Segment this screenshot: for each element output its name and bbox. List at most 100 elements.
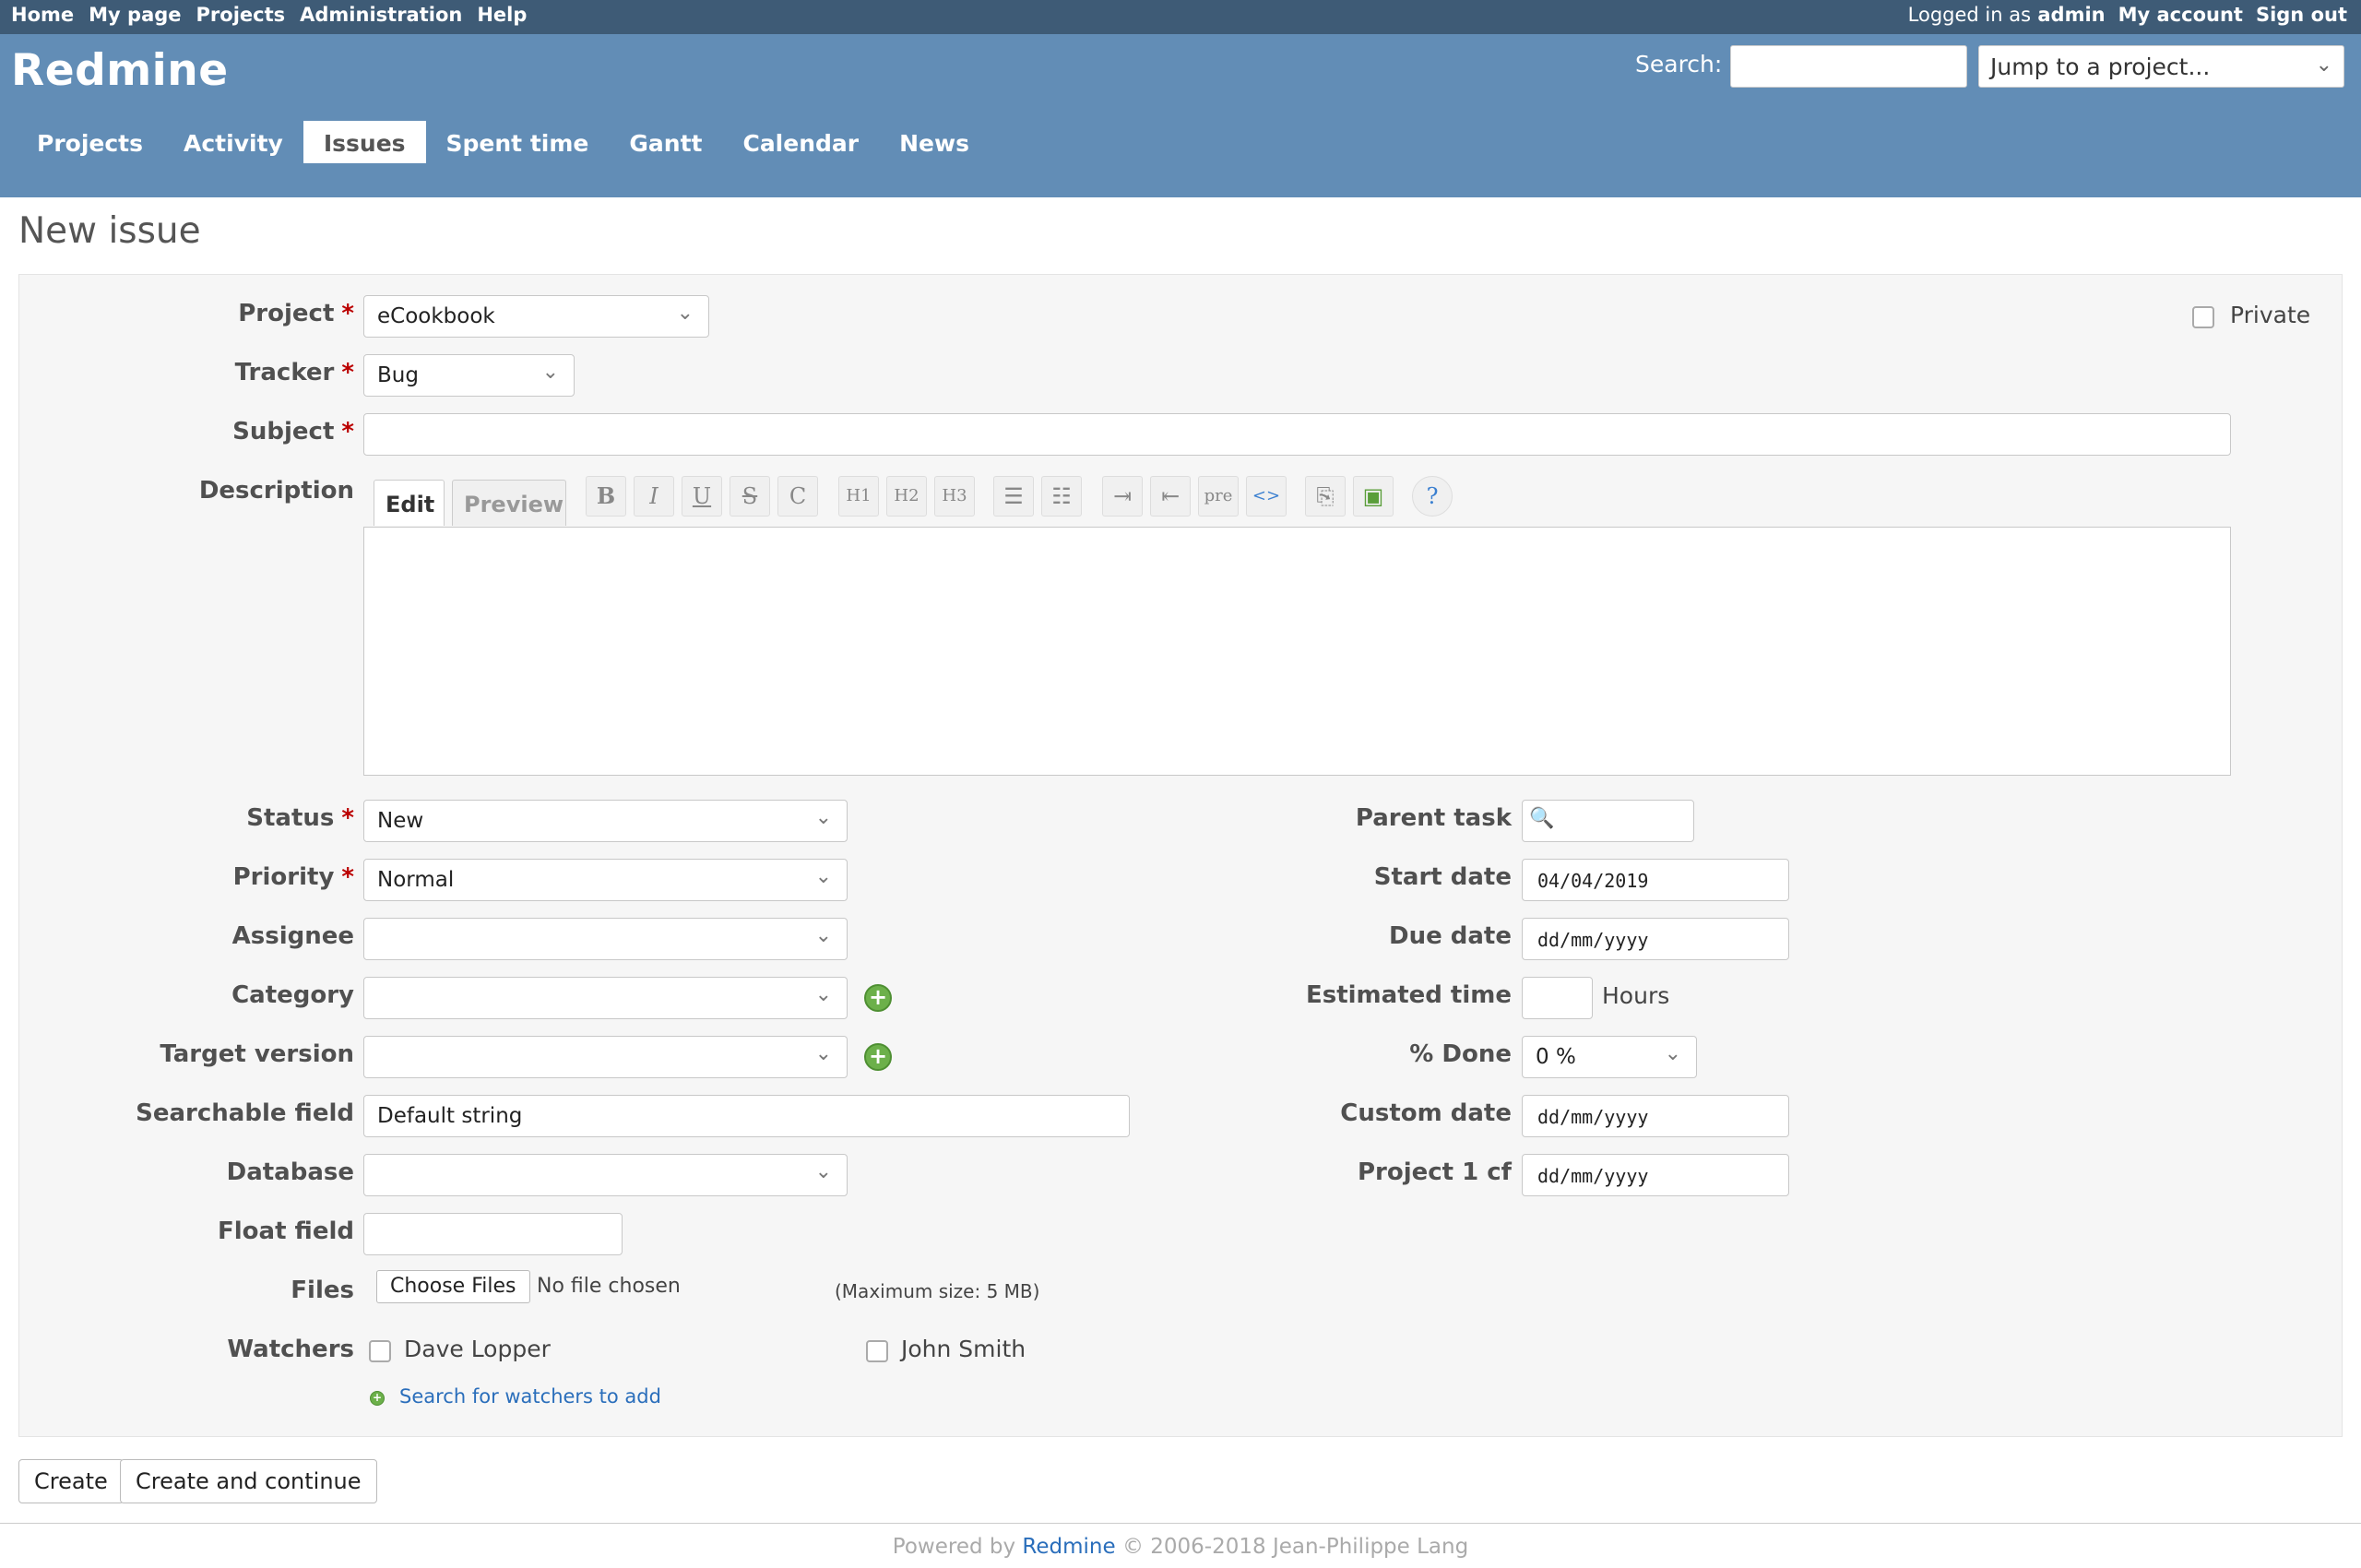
priority-label: Priority * bbox=[232, 863, 354, 891]
chevron-down-icon: ⌄ bbox=[814, 865, 832, 888]
project-1-cf-input[interactable]: dd/mm/yyyy bbox=[1522, 1154, 1789, 1196]
tab-news[interactable]: News bbox=[879, 121, 990, 163]
parent-task-input[interactable]: 🔍 bbox=[1522, 800, 1694, 842]
watcher-checkbox-dave[interactable] bbox=[369, 1340, 391, 1362]
done-ratio-select[interactable]: 0 % ⌄ bbox=[1522, 1036, 1697, 1078]
database-label: Database bbox=[226, 1158, 354, 1186]
chevron-down-icon: ⌄ bbox=[814, 924, 832, 947]
float-field-label: Float field bbox=[218, 1218, 354, 1245]
chevron-down-icon: ⌄ bbox=[814, 806, 832, 829]
image-icon[interactable]: ▣ bbox=[1353, 476, 1394, 517]
choose-files-button[interactable]: Choose Files bbox=[376, 1270, 530, 1303]
top-menu-right: Logged in as admin My account Sign out bbox=[1908, 4, 2347, 26]
status-select[interactable]: New ⌄ bbox=[363, 800, 848, 842]
estimated-time-unit: Hours bbox=[1602, 982, 1670, 1009]
tab-projects[interactable]: Projects bbox=[17, 121, 163, 163]
chevron-down-icon: ⌄ bbox=[814, 1160, 832, 1183]
heading1-icon[interactable]: H1 bbox=[838, 476, 879, 517]
search-input[interactable] bbox=[1730, 45, 1967, 88]
database-select[interactable]: ⌄ bbox=[363, 1154, 848, 1196]
tracker-select[interactable]: Bug ⌄ bbox=[363, 354, 575, 397]
code-block-icon[interactable]: <> bbox=[1246, 476, 1287, 517]
search-label: Search: bbox=[1635, 51, 1723, 77]
subject-label: Subject * bbox=[232, 418, 354, 445]
custom-date-label: Custom date bbox=[1340, 1099, 1512, 1127]
top-menu: Home My page Projects Administration Hel… bbox=[0, 0, 2361, 34]
top-link-administration[interactable]: Administration bbox=[300, 4, 462, 26]
heading3-icon[interactable]: H3 bbox=[934, 476, 975, 517]
status-label: Status * bbox=[246, 804, 354, 832]
watcher-name-dave: Dave Lopper bbox=[404, 1336, 551, 1362]
help-icon[interactable]: ? bbox=[1412, 476, 1453, 517]
sign-out-link[interactable]: Sign out bbox=[2256, 4, 2347, 26]
due-date-input[interactable]: dd/mm/yyyy bbox=[1522, 918, 1789, 960]
create-and-continue-button[interactable]: Create and continue bbox=[120, 1459, 377, 1503]
start-date-label: Start date bbox=[1373, 863, 1512, 891]
tab-activity[interactable]: Activity bbox=[163, 121, 303, 163]
code-icon[interactable]: C bbox=[777, 476, 818, 517]
tab-gantt[interactable]: Gantt bbox=[609, 121, 722, 163]
private-checkbox[interactable] bbox=[2192, 306, 2214, 328]
top-link-help[interactable]: Help bbox=[477, 4, 527, 26]
project-1-cf-label: Project 1 cf bbox=[1357, 1158, 1512, 1186]
no-file-chosen-text: No file chosen bbox=[537, 1275, 681, 1298]
strikethrough-icon[interactable]: S bbox=[730, 476, 770, 517]
description-textarea[interactable] bbox=[363, 527, 2231, 776]
outdent-icon[interactable]: ⇤ bbox=[1150, 476, 1191, 517]
ordered-list-icon[interactable]: ☷ bbox=[1041, 476, 1082, 517]
footer-redmine-link[interactable]: Redmine bbox=[1022, 1535, 1115, 1559]
footer: Powered by Redmine © 2006-2018 Jean-Phil… bbox=[0, 1523, 2361, 1559]
max-size-text: (Maximum size: 5 MB) bbox=[835, 1280, 1040, 1302]
estimated-time-input[interactable] bbox=[1522, 977, 1593, 1019]
top-menu-left: Home My page Projects Administration Hel… bbox=[11, 4, 527, 26]
tab-spent-time[interactable]: Spent time bbox=[426, 121, 610, 163]
chevron-down-icon: ⌄ bbox=[1664, 1042, 1681, 1065]
priority-select[interactable]: Normal ⌄ bbox=[363, 859, 848, 901]
unordered-list-icon[interactable]: ☰ bbox=[993, 476, 1034, 517]
watchers-label: Watchers bbox=[227, 1336, 354, 1363]
custom-date-input[interactable]: dd/mm/yyyy bbox=[1522, 1095, 1789, 1137]
footer-copyright: © 2006-2018 Jean-Philippe Lang bbox=[1121, 1535, 1469, 1559]
indent-icon[interactable]: ⇥ bbox=[1102, 476, 1143, 517]
app-title[interactable]: Redmine bbox=[11, 45, 229, 96]
italic-icon[interactable]: I bbox=[634, 476, 674, 517]
my-account-link[interactable]: My account bbox=[2118, 4, 2243, 26]
tab-calendar[interactable]: Calendar bbox=[722, 121, 879, 163]
top-link-projects[interactable]: Projects bbox=[196, 4, 286, 26]
top-link-my-page[interactable]: My page bbox=[89, 4, 181, 26]
create-button[interactable]: Create bbox=[18, 1459, 124, 1503]
footer-prefix: Powered by bbox=[892, 1535, 1016, 1559]
search-watchers-link[interactable]: Search for watchers to add bbox=[399, 1385, 661, 1408]
due-date-label: Due date bbox=[1389, 922, 1512, 950]
logged-in-user[interactable]: admin bbox=[2037, 4, 2105, 26]
underline-icon[interactable]: U bbox=[682, 476, 722, 517]
target-version-select[interactable]: ⌄ bbox=[363, 1036, 848, 1078]
project-select[interactable]: eCookbook ⌄ bbox=[363, 295, 709, 338]
description-tab-preview[interactable]: Preview bbox=[452, 480, 566, 526]
assignee-select[interactable]: ⌄ bbox=[363, 918, 848, 960]
add-version-icon[interactable]: + bbox=[864, 1043, 892, 1071]
description-label: Description bbox=[198, 477, 354, 505]
description-tab-edit[interactable]: Edit bbox=[374, 480, 445, 526]
estimated-time-label: Estimated time bbox=[1305, 981, 1512, 1009]
private-label: Private bbox=[2230, 302, 2311, 328]
parent-task-label: Parent task bbox=[1355, 804, 1512, 832]
logged-in-as: Logged in as admin bbox=[1908, 4, 2106, 26]
top-link-home[interactable]: Home bbox=[11, 4, 74, 26]
jump-to-project-select[interactable]: Jump to a project... ⌄ bbox=[1978, 45, 2344, 88]
link-icon[interactable]: ⎘ bbox=[1305, 476, 1346, 517]
add-category-icon[interactable]: + bbox=[864, 984, 892, 1012]
start-date-input[interactable]: 04/04/2019 bbox=[1522, 859, 1789, 901]
float-field-input[interactable] bbox=[363, 1213, 623, 1255]
header: Redmine Search: Jump to a project... ⌄ bbox=[0, 34, 2361, 197]
done-ratio-label: % Done bbox=[1409, 1040, 1512, 1068]
heading2-icon[interactable]: H2 bbox=[886, 476, 927, 517]
searchable-field-input[interactable]: Default string bbox=[363, 1095, 1130, 1137]
target-version-label: Target version bbox=[160, 1040, 354, 1068]
bold-icon[interactable]: B bbox=[586, 476, 626, 517]
pre-icon[interactable]: pre bbox=[1198, 476, 1239, 517]
tab-issues[interactable]: Issues bbox=[303, 121, 426, 163]
category-select[interactable]: ⌄ bbox=[363, 977, 848, 1019]
watcher-checkbox-john[interactable] bbox=[866, 1340, 888, 1362]
subject-input[interactable] bbox=[363, 413, 2231, 456]
